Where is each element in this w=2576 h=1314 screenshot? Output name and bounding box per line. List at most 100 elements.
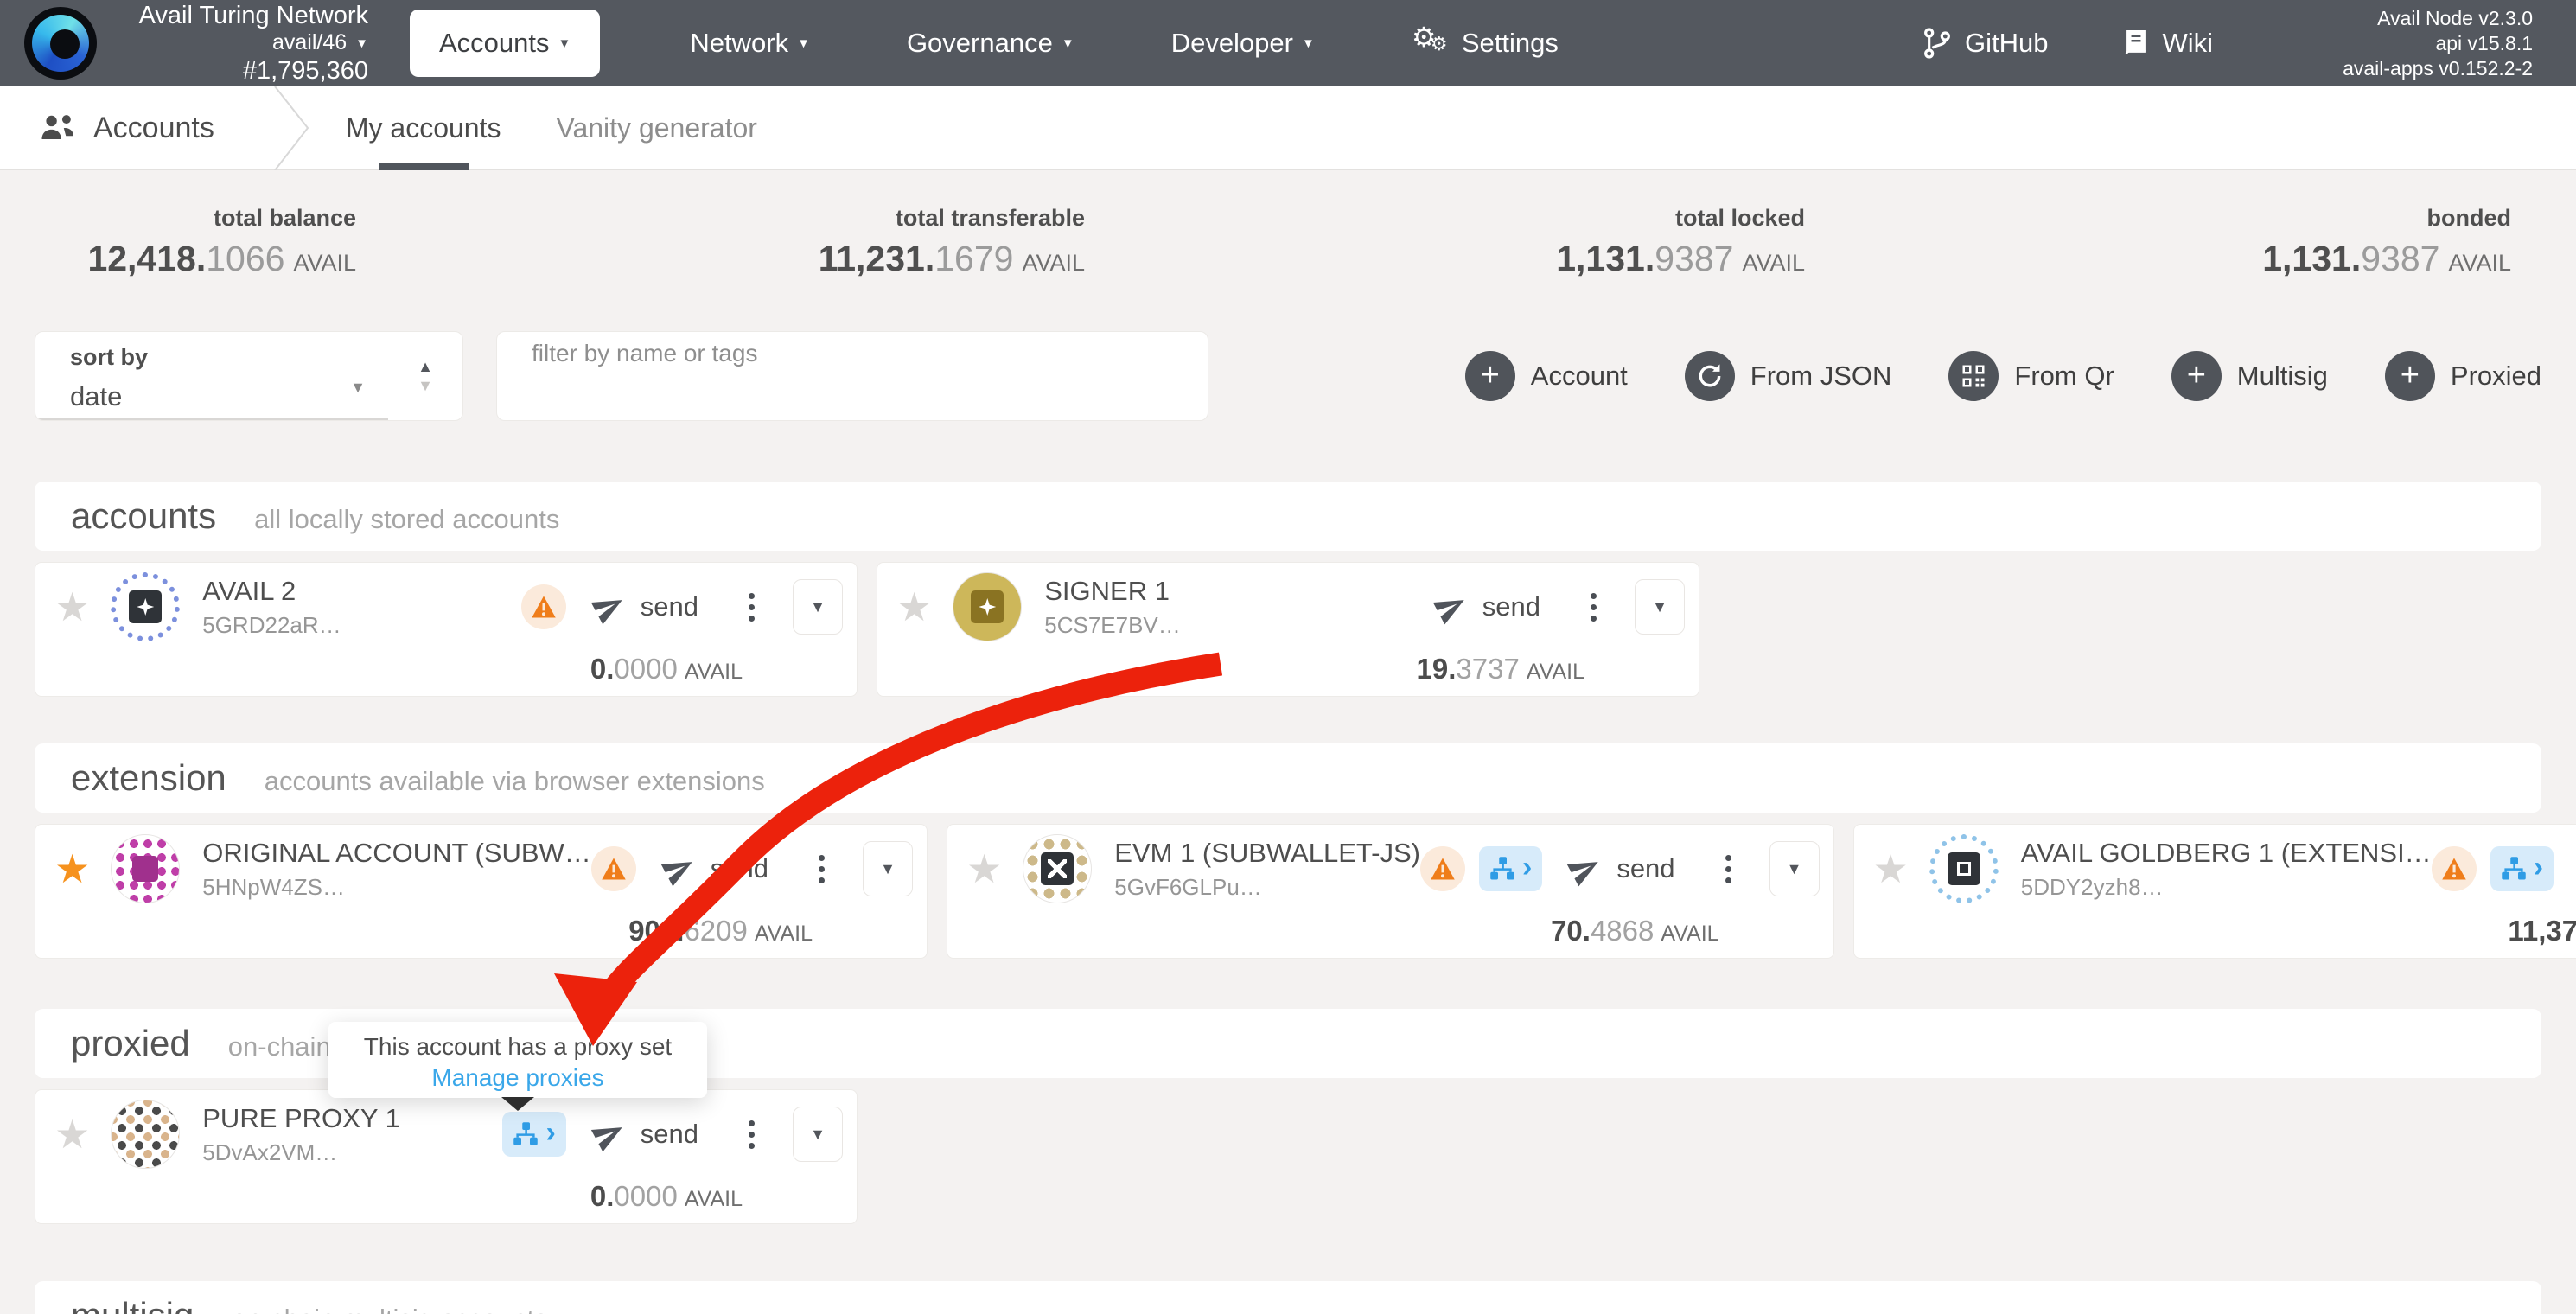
- proxy-badge[interactable]: ›: [1479, 846, 1542, 891]
- account-card-evm1: ★ EVM 1 (SUBWALLET-JS) 5GvF6GLPu… ›: [947, 824, 1834, 959]
- account-address[interactable]: 5GvF6GLPu…: [1114, 874, 1420, 901]
- more-menu-icon[interactable]: [743, 1115, 760, 1154]
- menu-network[interactable]: Network▼: [690, 28, 810, 59]
- proxy-badge[interactable]: ›: [502, 1112, 565, 1157]
- account-identicon[interactable]: [953, 572, 1022, 641]
- network-info[interactable]: Avail Turing Network avail/46▼ #1,795,36…: [109, 1, 368, 86]
- account-card-pureproxy: ★ PURE PROXY 1 5DvAx2VM… › send ▼: [35, 1089, 858, 1224]
- favorite-star-icon[interactable]: ★: [54, 1111, 90, 1158]
- sort-direction-toggle[interactable]: ▲ ▼: [388, 332, 462, 420]
- account-address[interactable]: 5HNpW4ZS…: [202, 874, 591, 901]
- account-balance: 0.0000AVAIL: [54, 1180, 843, 1213]
- account-identicon[interactable]: [1929, 834, 1999, 903]
- account-card-avail2: ★ AVAIL 2 5GRD22aR… send ▼: [35, 562, 858, 697]
- section-extension-header: extension accounts available via browser…: [35, 743, 2541, 813]
- send-icon: [662, 852, 697, 886]
- account-identicon[interactable]: [111, 834, 180, 903]
- block-number: #1,795,360: [109, 56, 368, 86]
- menu-accounts-label: Accounts: [439, 28, 550, 59]
- account-address[interactable]: 5DvAx2VM…: [202, 1139, 400, 1166]
- account-address[interactable]: 5GRD22aR…: [202, 612, 341, 639]
- send-button[interactable]: send: [1616, 853, 1674, 884]
- avail-logo[interactable]: [24, 7, 97, 80]
- expand-dropdown[interactable]: ▼: [793, 1107, 843, 1162]
- account-identicon[interactable]: [111, 572, 180, 641]
- restore-json-button[interactable]: From JSON: [1685, 351, 1892, 401]
- chevron-down-icon: ▼: [1787, 860, 1802, 878]
- tab-my-accounts[interactable]: My accounts: [346, 86, 501, 170]
- more-menu-icon[interactable]: [813, 850, 830, 889]
- plus-icon: +: [2385, 351, 2435, 401]
- account-balance: 19.3737AVAIL: [896, 653, 1685, 686]
- stat-total-balance: total balance 12,418.1066AVAIL: [52, 205, 356, 279]
- more-menu-icon[interactable]: [1585, 588, 1602, 627]
- menu-accounts-button[interactable]: Accounts ▼: [410, 10, 600, 77]
- warning-badge[interactable]: [2432, 846, 2477, 891]
- favorite-star-icon[interactable]: ★: [54, 584, 90, 630]
- account-address[interactable]: 5CS7E7BV…: [1044, 612, 1181, 639]
- menu-developer[interactable]: Developer▼: [1171, 28, 1315, 59]
- account-balance: 908.6209AVAIL: [54, 915, 913, 947]
- sort-box: sort by date ▼ ▲ ▼: [35, 331, 463, 421]
- sort-dropdown[interactable]: sort by date ▼: [35, 332, 388, 420]
- favorite-star-icon[interactable]: ★: [896, 584, 932, 630]
- send-button[interactable]: send: [641, 1119, 698, 1150]
- filter-input[interactable]: [496, 331, 1208, 421]
- tab-vanity-generator[interactable]: Vanity generator: [556, 86, 756, 170]
- tooltip-text: This account has a proxy set: [328, 1033, 707, 1061]
- sort-value: date: [70, 381, 371, 412]
- send-icon: [1434, 590, 1469, 624]
- node-version: Avail Node v2.3.0: [2343, 6, 2533, 31]
- favorite-star-icon[interactable]: ★: [966, 845, 1002, 892]
- send-button[interactable]: send: [1482, 591, 1540, 622]
- wiki-link[interactable]: Wiki: [2123, 28, 2214, 59]
- account-identicon[interactable]: [1023, 834, 1092, 903]
- send-button[interactable]: send: [711, 853, 768, 884]
- warning-badge[interactable]: [1420, 846, 1465, 891]
- add-proxied-button[interactable]: + Proxied: [2385, 351, 2541, 401]
- account-address[interactable]: 5DDY2yzh8…: [2021, 874, 2432, 901]
- proxy-badge[interactable]: ›: [2490, 846, 2554, 891]
- expand-dropdown[interactable]: ▼: [793, 579, 843, 635]
- add-multisig-button[interactable]: + Multisig: [2171, 351, 2328, 401]
- chevron-down-icon: ▼: [797, 36, 810, 51]
- network-name: Avail Turing Network: [109, 1, 368, 30]
- apps-version: avail-apps v0.152.2-2: [2343, 56, 2533, 81]
- favorite-star-icon[interactable]: ★: [54, 845, 90, 892]
- menu-settings[interactable]: ⚙⚙ Settings: [1412, 24, 1559, 62]
- account-balance: 70.4868AVAIL: [966, 915, 1820, 947]
- github-link[interactable]: GitHub: [1923, 27, 2048, 60]
- section-title: multisig: [71, 1295, 194, 1314]
- warning-triangle-icon: [2441, 857, 2467, 881]
- breadcrumb: Accounts: [40, 112, 214, 145]
- expand-dropdown[interactable]: ▼: [1635, 579, 1685, 635]
- warning-badge[interactable]: [591, 846, 636, 891]
- top-nav: Network▼ Governance▼ Developer▼ ⚙⚙ Setti…: [690, 24, 1559, 62]
- chevron-down-icon: ▼: [1302, 36, 1315, 51]
- expand-dropdown[interactable]: ▼: [863, 841, 913, 896]
- send-button[interactable]: send: [641, 591, 698, 622]
- menu-governance[interactable]: Governance▼: [907, 28, 1074, 59]
- account-identicon[interactable]: [111, 1100, 180, 1169]
- more-menu-icon[interactable]: [1720, 850, 1737, 889]
- warning-badge[interactable]: [521, 584, 566, 629]
- expand-dropdown[interactable]: ▼: [1769, 841, 1820, 896]
- section-subtitle: all locally stored accounts: [254, 504, 559, 535]
- warning-triangle-icon: [601, 857, 627, 881]
- chevron-right-icon: ›: [1522, 852, 1532, 882]
- warning-triangle-icon: [1430, 857, 1456, 881]
- section-title: proxied: [71, 1023, 190, 1064]
- proxied-cards: ★ PURE PROXY 1 5DvAx2VM… › send ▼: [35, 1089, 2541, 1224]
- summary-stats: total balance 12,418.1066AVAIL total tra…: [0, 205, 2576, 284]
- top-links: GitHub Wiki: [1923, 27, 2213, 60]
- favorite-star-icon[interactable]: ★: [1873, 845, 1909, 892]
- chevron-down-icon: ▼: [1652, 598, 1667, 616]
- manage-proxies-link[interactable]: Manage proxies: [328, 1064, 707, 1092]
- add-via-qr-button[interactable]: From Qr: [1948, 351, 2114, 401]
- send-icon: [592, 1117, 627, 1151]
- settings-label: Settings: [1462, 28, 1559, 59]
- extension-cards: ★ ORIGINAL ACCOUNT (SUBW… 5HNpW4ZS… send…: [35, 824, 2541, 959]
- stat-total-locked: total locked 1,131.9387AVAIL: [1461, 205, 1805, 279]
- add-account-button[interactable]: + Account: [1465, 351, 1628, 401]
- more-menu-icon[interactable]: [743, 588, 760, 627]
